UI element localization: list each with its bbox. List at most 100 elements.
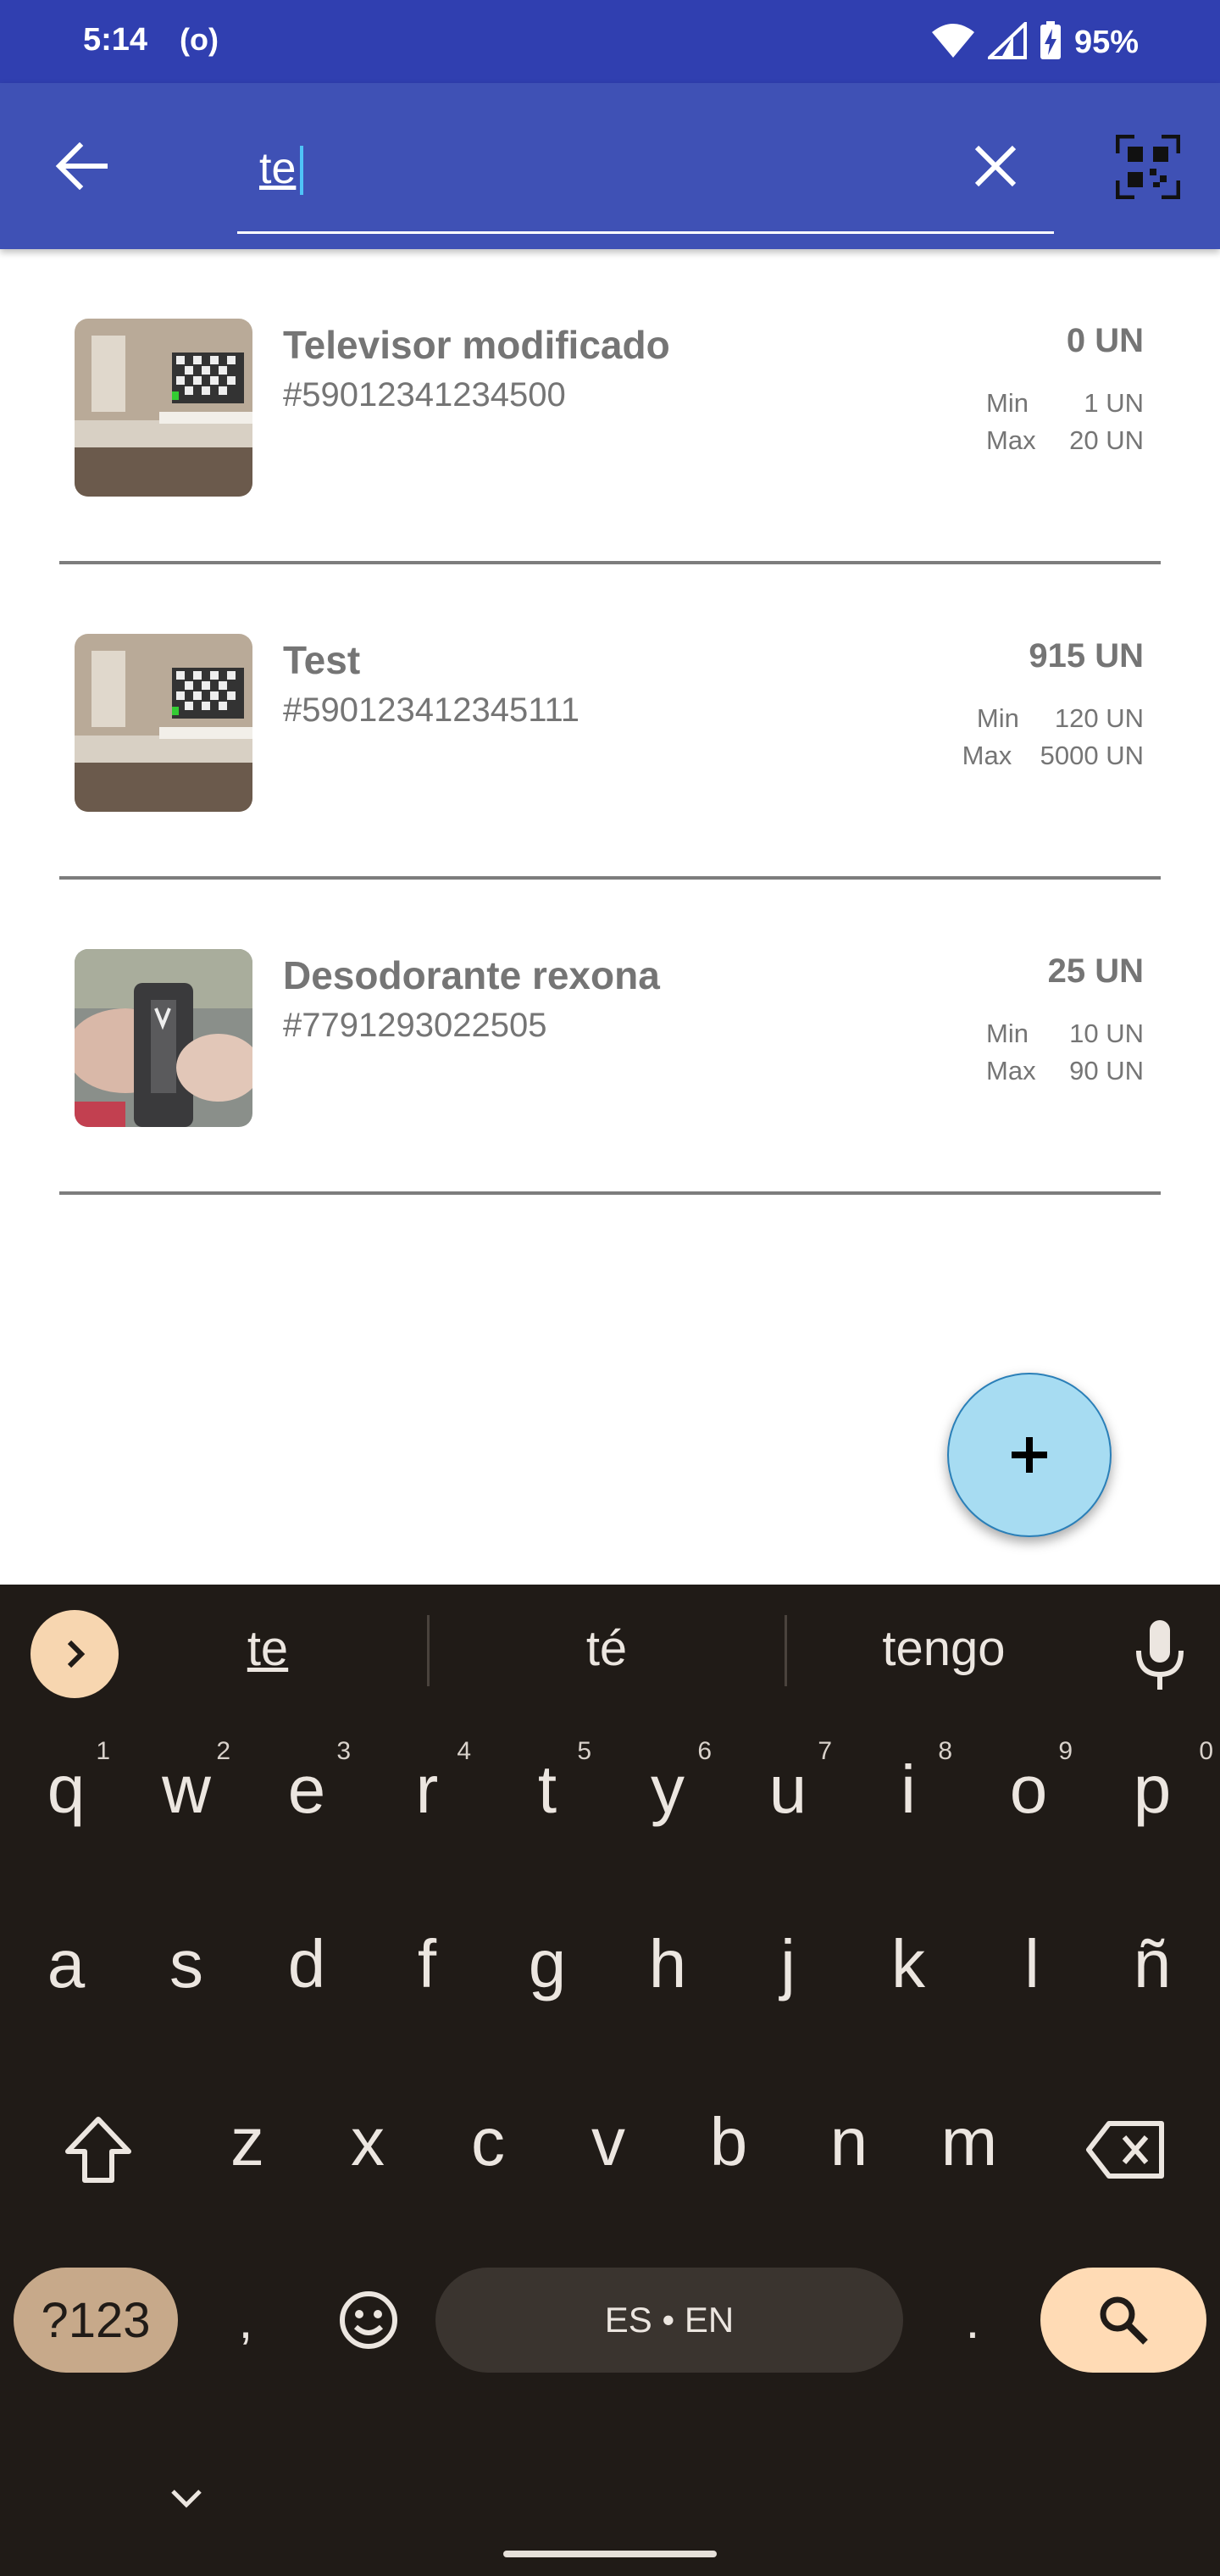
product-min-max: Min 1 UN Max 20 UN [986,388,1144,463]
soft-keyboard: te té tengo q1 w2 e3 r4 t5 y6 u7 i8 o9 p… [0,1585,1220,2576]
backspace-key[interactable] [1071,2103,1181,2196]
suggestion-2[interactable]: té [446,1620,768,1677]
key-x[interactable]: x [308,2100,427,2185]
min-label: Min [986,388,1029,418]
key-t[interactable]: t5 [488,1739,607,1832]
space-key[interactable]: ES • EN [435,2268,903,2373]
key-h[interactable]: h [608,1922,727,2007]
key-label: o [1009,1752,1048,1827]
key-b[interactable]: b [669,2100,788,2185]
key-e[interactable]: e3 [247,1739,366,1832]
search-input[interactable] [259,139,920,198]
key-m[interactable]: m [910,2100,1029,2185]
scan-qr-button[interactable] [1110,129,1186,205]
max-label: Max [986,425,1036,455]
cell-signal-icon [984,19,1027,64]
key-q[interactable]: q1 [7,1739,125,1832]
product-row[interactable]: Test #590123412345111 915 UN Min 120 UN M… [0,564,1220,880]
product-name: Desodorante rexona [283,953,660,997]
product-thumbnail [75,319,252,497]
hide-keyboard-button[interactable] [161,2481,212,2515]
product-list: Televisor modificado #59012341234500 0 U… [0,249,1220,1195]
product-min-max: Min 10 UN Max 90 UN [986,1019,1144,1093]
max-label: Max [962,741,1012,770]
search-field[interactable] [237,117,1054,234]
min-label: Min [976,703,1019,733]
key-hint: 5 [577,1737,591,1765]
key-l[interactable]: l [973,1922,1091,2007]
key-hint: 1 [96,1737,110,1765]
key-f[interactable]: f [368,1922,486,2007]
battery-charging-icon [1039,20,1062,65]
key-y[interactable]: y6 [608,1739,727,1832]
app-bar [0,83,1220,249]
microphone-icon [1136,1620,1184,1690]
key-hint: 6 [697,1737,712,1765]
chevron-down-icon [171,2490,202,2508]
shift-key[interactable] [47,2103,149,2196]
suggestion-1[interactable]: te [107,1620,429,1677]
product-code: #590123412345111 [283,691,580,729]
product-quantity: 915 UN [1029,637,1144,675]
plus-icon [1012,1437,1047,1473]
symbols-key[interactable]: ?123 [14,2268,178,2373]
key-r[interactable]: r4 [368,1739,486,1832]
min-value: 1 UN [1084,388,1144,418]
emoji-icon [340,2291,397,2349]
max-label: Max [986,1056,1036,1085]
key-z[interactable]: z [188,2100,307,2185]
key-i[interactable]: i8 [849,1739,968,1832]
key-u[interactable]: u7 [729,1739,847,1832]
product-quantity: 25 UN [1047,952,1144,990]
key-label: y [651,1752,685,1827]
product-thumbnail [75,949,252,1127]
key-j[interactable]: j [729,1922,847,2007]
key-s[interactable]: s [127,1922,246,2007]
key-n[interactable]: n [790,2100,908,2185]
backspace-icon [1086,2121,1164,2179]
shift-icon [65,2117,131,2183]
status-icons: 95% [930,19,1139,65]
qr-scan-icon [1116,135,1180,199]
key-d[interactable]: d [247,1922,366,2007]
key-c[interactable]: c [429,2100,547,2185]
back-button[interactable] [47,132,115,200]
key-hint: 9 [1058,1737,1073,1765]
key-k[interactable]: k [849,1922,968,2007]
battery-percent: 95% [1073,25,1139,60]
min-value: 120 UN [1054,703,1144,733]
key-w[interactable]: w2 [127,1739,246,1832]
key-hint: 4 [457,1737,471,1765]
product-row[interactable]: Desodorante rexona #7791293022505 25 UN … [0,880,1220,1195]
gesture-nav-handle[interactable] [503,2551,717,2557]
suggestion-divider [427,1615,430,1686]
product-row[interactable]: Televisor modificado #59012341234500 0 U… [0,249,1220,564]
key-label: r [415,1752,439,1827]
text-caret [300,146,303,195]
add-product-button[interactable] [947,1373,1112,1537]
key-label: u [768,1752,807,1827]
emoji-key[interactable] [322,2268,415,2373]
clear-search-button[interactable] [957,132,1034,200]
key-a[interactable]: a [7,1922,125,2007]
hotspot-indicator: (o) [180,22,219,57]
key-label: q [47,1752,86,1827]
comma-key[interactable]: , [212,2268,280,2373]
period-key[interactable]: . [939,2268,1006,2373]
voice-input-button[interactable] [1130,1617,1190,1693]
keyboard-toolbar-button[interactable] [30,1610,119,1698]
search-action-key[interactable] [1040,2268,1206,2373]
suggestion-3[interactable]: tengo [783,1620,1105,1677]
product-code: #7791293022505 [283,1007,547,1044]
status-time: 5:14 [83,22,148,58]
key-label: t [537,1752,557,1827]
key-g[interactable]: g [488,1922,607,2007]
key-p[interactable]: p0 [1093,1739,1213,1832]
key-hint: 3 [336,1737,351,1765]
key-hint: 8 [938,1737,952,1765]
product-min-max: Min 120 UN Max 5000 UN [962,703,1144,778]
key-label: i [901,1752,916,1827]
key-n-tilde[interactable]: ñ [1093,1922,1212,2007]
key-o[interactable]: o9 [969,1739,1088,1832]
key-v[interactable]: v [549,2100,668,2185]
